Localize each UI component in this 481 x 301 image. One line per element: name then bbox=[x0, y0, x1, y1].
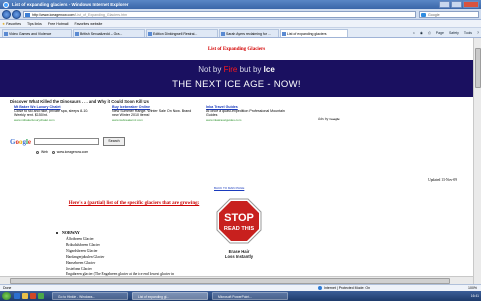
tab-bar: Video Games and Violence British Sexuali… bbox=[0, 28, 481, 38]
ad-block[interactable]: Inka Travel Guides At once a quasi-exped… bbox=[206, 105, 296, 122]
tab-sarah[interactable]: Sarah Ayers reclaiming for ... bbox=[219, 29, 279, 37]
ad-url[interactable]: www.icebreakernz.com bbox=[112, 118, 196, 122]
ie-quicklaunch-icon[interactable] bbox=[14, 293, 20, 299]
favorites-item[interactable]: Tips links bbox=[27, 20, 42, 27]
google-search-button[interactable]: Search bbox=[103, 137, 125, 146]
feeds-icon[interactable]: ◉ bbox=[420, 29, 423, 37]
ice-age-banner[interactable]: Not by Fire but by Ice THE NEXT ICE AGE … bbox=[0, 60, 473, 97]
horizontal-scrollbar[interactable] bbox=[0, 276, 473, 284]
radio-site[interactable] bbox=[51, 150, 55, 154]
folder-quicklaunch-icon[interactable] bbox=[22, 293, 28, 299]
home-icon[interactable]: ⌂ bbox=[413, 29, 415, 37]
safety-menu[interactable]: Safety bbox=[449, 29, 459, 37]
banner-tagline: THE NEXT ICE AGE - NOW! bbox=[172, 79, 301, 90]
google-logo: Google bbox=[10, 138, 32, 146]
tab-favicon bbox=[282, 32, 286, 36]
address-host: http://www.iceagenow.com bbox=[32, 13, 75, 17]
close-button[interactable] bbox=[463, 1, 479, 8]
maximize-button[interactable] bbox=[451, 1, 462, 8]
tab-british[interactable]: British Sexualizedd – Gra... bbox=[73, 29, 145, 37]
ad-text: At once a quasi-expedition Professional … bbox=[206, 109, 285, 118]
tab-favicon bbox=[4, 32, 8, 36]
partial-list-heading: Here's a (partial) list of the specific … bbox=[68, 201, 200, 206]
ads-by-google[interactable]: Ads by Google bbox=[318, 117, 340, 121]
app-quicklaunch-icon[interactable] bbox=[38, 293, 44, 299]
status-bar: Done Internet | Protected Mode: On 100% bbox=[0, 284, 481, 291]
taskbar-item[interactable]: List of expanding gl... bbox=[132, 292, 208, 300]
page-menu[interactable]: Page bbox=[436, 29, 444, 37]
taskbar-item[interactable]: Microsoft PowerPoint... bbox=[212, 292, 288, 300]
ad-block[interactable]: Buy Icebreaker Online New Summer Range. … bbox=[112, 105, 196, 122]
stop-sign-line-1: STOP bbox=[224, 212, 254, 224]
favorites-item[interactable]: Favorites website bbox=[74, 20, 102, 27]
ad-url[interactable]: www.mtbakerluxurychalet.com bbox=[14, 118, 94, 122]
google-search-form: Google Search Web www.iceagenow.com bbox=[10, 137, 140, 161]
window-title: List of expanding glaciers - Windows Int… bbox=[12, 2, 129, 7]
print-icon[interactable]: ⎙ bbox=[428, 29, 431, 37]
page-content: List of Expanding Glaciers Not by Fire b… bbox=[0, 38, 473, 284]
banner-line-1: Not by Fire but by Ice bbox=[198, 65, 275, 74]
help-icon[interactable]: ? bbox=[477, 29, 479, 37]
window-titlebar[interactable]: List of expanding glaciers - Windows Int… bbox=[0, 0, 481, 9]
tools-menu[interactable]: Tools bbox=[464, 29, 472, 37]
star-icon: ★ bbox=[2, 22, 6, 26]
stop-sign-ad[interactable]: STOP READ THIS bbox=[216, 198, 262, 244]
favorites-bar: ★ Favorites Tips links Free Hotmail Favo… bbox=[0, 20, 481, 28]
search-placeholder: Google bbox=[428, 13, 440, 17]
forward-button[interactable] bbox=[12, 10, 21, 19]
minimize-button[interactable] bbox=[439, 1, 450, 8]
ads-heading: Discover What Killed the Dinosaurs . . .… bbox=[10, 99, 149, 104]
search-box[interactable]: Google bbox=[419, 11, 479, 18]
google-search-input[interactable] bbox=[34, 138, 99, 145]
globe-icon bbox=[318, 286, 322, 291]
back-to-main-link[interactable]: BACK TO MAIN PAGE bbox=[214, 186, 244, 190]
taskbar-clock[interactable]: 16:41 bbox=[471, 292, 479, 300]
media-quicklaunch-icon[interactable] bbox=[30, 293, 36, 299]
navigation-bar: http://www.iceagenow.com/List_of_Expandi… bbox=[0, 9, 481, 20]
taskbar-item[interactable]: Go to Hinkle - Windows... bbox=[52, 292, 128, 300]
address-path: /List_of_Expanding_Glaciers.htm bbox=[74, 13, 128, 17]
back-button[interactable] bbox=[2, 10, 11, 19]
address-bar[interactable]: http://www.iceagenow.com/List_of_Expandi… bbox=[23, 11, 416, 18]
ie-logo-icon bbox=[3, 2, 9, 8]
radio-web[interactable] bbox=[36, 150, 39, 154]
tab-edition[interactable]: Edition Dinkingwell Restrai... bbox=[146, 29, 218, 37]
favorites-item[interactable]: Free Hotmail bbox=[48, 20, 69, 27]
tab-favicon bbox=[221, 32, 225, 36]
tab-video-games[interactable]: Video Games and Violence bbox=[2, 29, 72, 37]
tab-favicon bbox=[148, 32, 152, 36]
stop-caption[interactable]: Erase Hair Loss Instantly bbox=[206, 249, 272, 259]
tab-expanding-glaciers[interactable]: List of expanding glaciers bbox=[280, 29, 348, 37]
stop-sign-line-2: READ THIS bbox=[224, 226, 254, 232]
ad-block[interactable]: Mt Baker Wx Luxury Chalet Close to ski a… bbox=[14, 105, 94, 122]
page-title: List of Expanding Glaciers bbox=[207, 47, 266, 52]
start-button[interactable] bbox=[2, 292, 11, 300]
updated-date: Updated 13-Nov-09 bbox=[428, 178, 457, 182]
scrollbar-thumb[interactable] bbox=[475, 48, 481, 88]
favorites-button[interactable]: ★ Favorites bbox=[2, 20, 21, 27]
glacier-list: NORWAY Ålfotbreen Glacier Briksdalsbreen… bbox=[56, 230, 176, 280]
page-icon bbox=[25, 13, 30, 17]
bullet-icon bbox=[56, 232, 58, 235]
tab-favicon bbox=[75, 32, 79, 36]
search-scope: Web www.iceagenow.com bbox=[36, 150, 88, 154]
search-provider-icon bbox=[421, 13, 426, 17]
command-bar: ⌂ ◉ ⎙ Page Safety Tools ? bbox=[413, 29, 479, 37]
ad-url[interactable]: www.inkatravelguides.com bbox=[206, 118, 296, 122]
taskbar: Go to Hinkle - Windows... List of expand… bbox=[0, 291, 481, 301]
window-controls bbox=[439, 1, 479, 8]
vertical-scrollbar[interactable] bbox=[473, 38, 481, 284]
ad-text: New Summer Range. Winter Sale On Now. Br… bbox=[112, 109, 192, 118]
ad-text: Close to ski and hike, private spa, slee… bbox=[14, 109, 89, 118]
